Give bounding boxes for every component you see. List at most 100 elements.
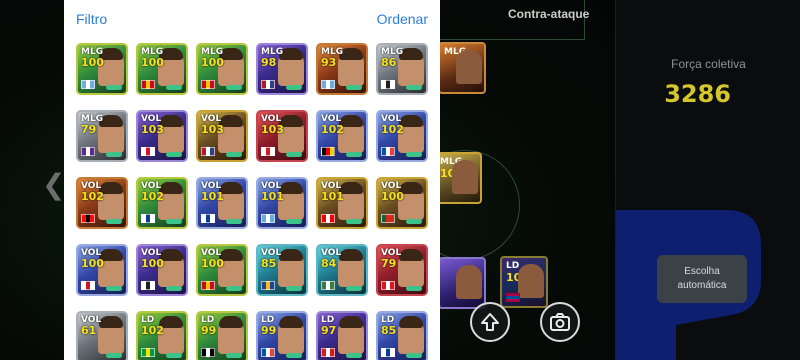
card-badge — [346, 152, 362, 157]
flag-icon — [141, 147, 155, 156]
player-card[interactable]: VOL 103 — [196, 110, 248, 162]
card-badge — [286, 286, 302, 291]
player-card[interactable]: LD 85 — [376, 311, 428, 360]
player-card[interactable]: VOL 61 — [76, 311, 128, 360]
player-rating: 79 — [81, 123, 97, 136]
card-badge — [286, 152, 302, 157]
filter-button[interactable]: Filtro — [76, 11, 107, 27]
club-crest-icon — [141, 281, 155, 290]
screenshot-button[interactable] — [540, 302, 580, 342]
team-strength-label: Força coletiva — [671, 57, 746, 71]
player-hair — [99, 316, 123, 328]
player-rating: 79 — [381, 257, 397, 270]
card-badge — [106, 286, 122, 291]
player-card[interactable]: VOL 100 — [136, 244, 188, 296]
formation-title: Contra-ataque — [508, 7, 590, 21]
club-crest-icon — [321, 80, 335, 89]
club-crest-icon — [381, 348, 395, 357]
player-card[interactable]: LD 99 — [196, 311, 248, 360]
player-card[interactable]: VOL 103 — [256, 110, 308, 162]
player-card[interactable]: VOL 84 — [316, 244, 368, 296]
card-badge — [106, 152, 122, 157]
card-badge — [106, 85, 122, 90]
card-badge — [226, 286, 242, 291]
player-portrait — [452, 160, 478, 194]
card-badge — [406, 219, 422, 224]
player-rating: 86 — [381, 56, 397, 69]
player-card[interactable]: LD 97 — [316, 311, 368, 360]
player-card[interactable]: LD 99 — [256, 311, 308, 360]
player-card[interactable]: VOL 103 — [136, 110, 188, 162]
player-card[interactable]: VOL 100 — [376, 177, 428, 229]
player-hair — [399, 316, 423, 328]
player-rating: 101 — [261, 190, 284, 203]
player-card[interactable]: VOL 102 — [316, 110, 368, 162]
flag-icon — [201, 147, 215, 156]
player-card[interactable]: LD 102 — [136, 311, 188, 360]
flag-icon — [201, 80, 215, 89]
player-card[interactable]: VOL 100 — [196, 244, 248, 296]
player-rating: 103 — [261, 123, 284, 136]
team-summary-panel: Força coletiva 3286 Escolha automática — [615, 0, 800, 360]
pitch-player-card[interactable]: MLG 105 — [434, 152, 482, 204]
player-card[interactable]: MLG 98 — [256, 43, 308, 95]
upload-icon — [481, 313, 499, 331]
card-badge — [106, 219, 122, 224]
player-rating: 103 — [141, 123, 164, 136]
upload-button[interactable] — [470, 302, 510, 342]
card-badge — [226, 353, 242, 358]
flag-icon — [81, 80, 95, 89]
player-rating: 61 — [81, 324, 97, 337]
card-badge — [406, 286, 422, 291]
player-rating: 100 — [81, 257, 104, 270]
player-card[interactable]: MLG 100 — [76, 43, 128, 95]
club-crest-icon — [321, 348, 335, 357]
player-rating: 85 — [261, 257, 277, 270]
player-rating: 100 — [81, 56, 104, 69]
player-card[interactable]: VOL 100 — [76, 244, 128, 296]
auto-select-label-1: Escolha — [684, 266, 720, 277]
card-badge — [406, 85, 422, 90]
card-badge — [166, 286, 182, 291]
player-rating: 100 — [201, 56, 224, 69]
flag-icon — [201, 281, 215, 290]
player-card[interactable]: VOL 79 — [376, 244, 428, 296]
player-card[interactable]: VOL 85 — [256, 244, 308, 296]
player-card[interactable]: VOL 102 — [376, 110, 428, 162]
player-card[interactable]: VOL 101 — [256, 177, 308, 229]
player-rating: 85 — [381, 324, 397, 337]
player-card[interactable]: VOL 102 — [136, 177, 188, 229]
player-rating: 100 — [141, 257, 164, 270]
auto-select-button[interactable]: Escolha automática — [657, 255, 747, 303]
player-card[interactable]: VOL 101 — [196, 177, 248, 229]
player-card[interactable]: MLG 100 — [136, 43, 188, 95]
player-card[interactable]: MLG 93 — [316, 43, 368, 95]
player-card[interactable]: MLG 79 — [76, 110, 128, 162]
player-hair — [279, 249, 303, 261]
player-card[interactable]: MLG 100 — [196, 43, 248, 95]
player-hair — [339, 316, 363, 328]
player-rating: 102 — [141, 324, 164, 337]
player-hair — [399, 249, 423, 261]
chevron-left-icon[interactable]: ❮ — [42, 168, 65, 201]
player-rating: 102 — [81, 190, 104, 203]
card-badge — [406, 152, 422, 157]
team-strength-value: 3286 — [664, 80, 731, 108]
club-crest-icon — [261, 147, 275, 156]
player-rating: 100 — [141, 56, 164, 69]
flag-icon — [381, 214, 395, 223]
player-card[interactable]: VOL 102 — [76, 177, 128, 229]
club-crest-icon — [261, 214, 275, 223]
pitch-player-card[interactable] — [438, 257, 486, 309]
card-badge — [226, 219, 242, 224]
pitch-player-card-ld[interactable]: LD 103 — [500, 256, 548, 308]
player-card[interactable]: VOL 101 — [316, 177, 368, 229]
club-crest-icon — [81, 214, 95, 223]
flag-icon — [381, 147, 395, 156]
card-badge — [406, 353, 422, 358]
club-crest-icon — [81, 147, 95, 156]
sort-button[interactable]: Ordenar — [377, 11, 428, 27]
player-card[interactable]: MLG 86 — [376, 43, 428, 95]
card-badge — [166, 219, 182, 224]
pitch-player-card[interactable]: MLG — [438, 42, 486, 94]
